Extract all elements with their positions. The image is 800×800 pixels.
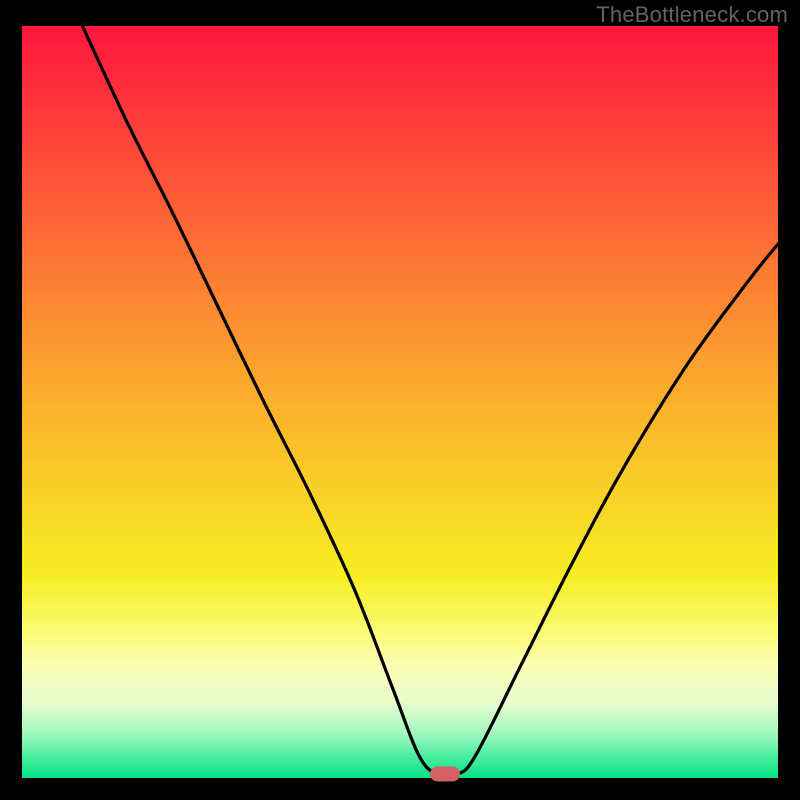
watermark-text: TheBottleneck.com [596, 2, 788, 28]
minimum-marker [430, 767, 460, 782]
chart-frame: TheBottleneck.com [0, 0, 800, 800]
plot-area [22, 26, 778, 778]
bottleneck-curve [22, 26, 778, 778]
